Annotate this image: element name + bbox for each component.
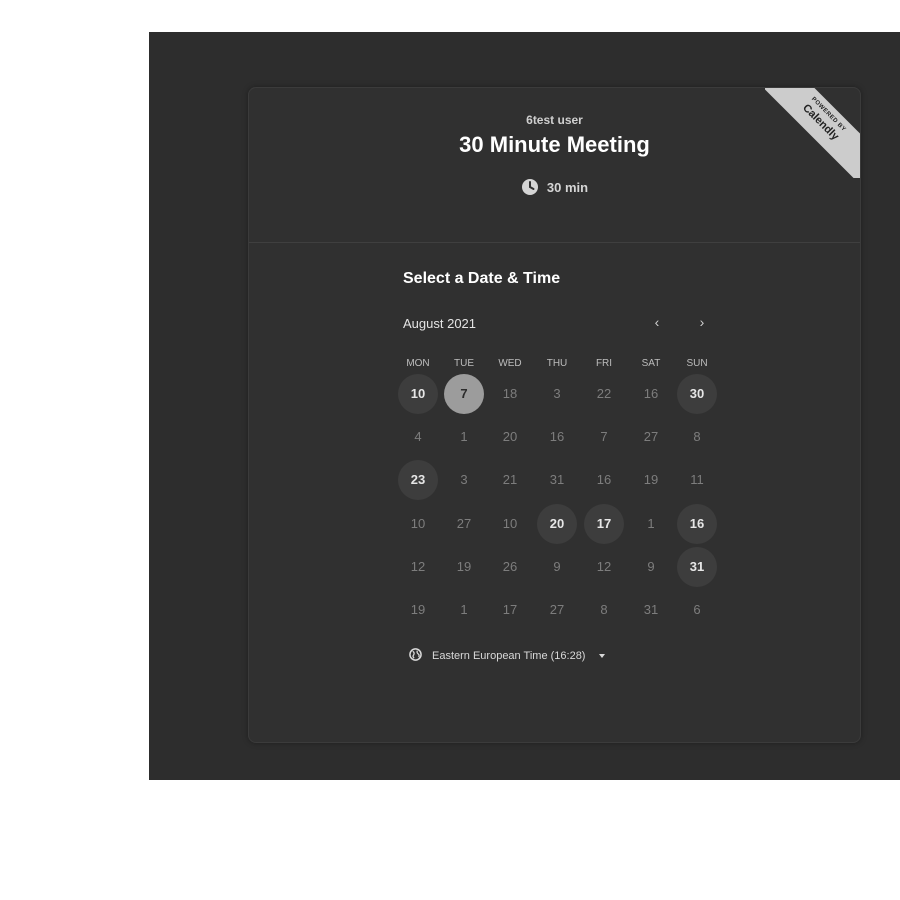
day-cell: 3	[460, 472, 468, 487]
day-cell-available[interactable]: 16	[677, 504, 717, 544]
day-cell: 19	[410, 602, 426, 617]
day-cell: 4	[414, 429, 422, 444]
duration-label: 30 min	[546, 179, 589, 195]
day-cell-available[interactable]: 10	[398, 374, 438, 414]
day-cell: 31	[643, 602, 659, 617]
day-cell: 20	[502, 429, 518, 444]
globe-icon	[409, 648, 422, 664]
calendly-ribbon[interactable]: POWERED BY Calendly	[765, 88, 860, 178]
timezone-selector[interactable]: Eastern European Time (16:28)	[409, 648, 606, 664]
prev-month-button[interactable]: ‹	[645, 310, 669, 334]
day-cell: 3	[553, 386, 561, 401]
day-cell: 9	[647, 559, 655, 574]
weekday-sat: SAT	[641, 358, 661, 369]
day-cell: 16	[549, 429, 565, 444]
day-cell: 9	[553, 559, 561, 574]
month-label: August 2021	[403, 316, 477, 331]
day-cell: 16	[643, 386, 659, 401]
day-cell: 1	[647, 516, 655, 531]
day-cell: 10	[410, 516, 426, 531]
select-date-heading: Select a Date & Time	[403, 270, 561, 287]
day-cell: 6	[693, 602, 701, 617]
day-cell-selected[interactable]: 7	[444, 374, 484, 414]
day-cell: 27	[456, 516, 472, 531]
day-cell: 12	[410, 559, 426, 574]
powered-by-badge[interactable]: POWERED BY Calendly	[765, 88, 860, 178]
day-cell-available[interactable]: 17	[584, 504, 624, 544]
weekday-fri: FRI	[595, 358, 613, 369]
day-cell-available[interactable]: 31	[677, 547, 717, 587]
day-cell: 7	[600, 429, 608, 444]
duration-row: 30 min	[249, 178, 860, 196]
day-cell: 31	[549, 472, 565, 487]
timezone-label: Eastern European Time (16:28)	[432, 650, 586, 662]
day-cell: 17	[502, 602, 518, 617]
chevron-down-icon	[599, 653, 606, 658]
day-cell: 8	[600, 602, 608, 617]
day-cell: 27	[643, 429, 659, 444]
weekday-mon: MON	[406, 358, 430, 369]
weekday-tue: TUE	[454, 358, 474, 369]
clock-icon	[521, 178, 539, 196]
day-cell: 12	[596, 559, 612, 574]
weekday-sun: SUN	[686, 358, 708, 369]
day-cell: 22	[596, 386, 612, 401]
day-cell: 26	[502, 559, 518, 574]
day-cell: 21	[502, 472, 518, 487]
weekday-header: MON TUE WED THU FRI SAT SUN	[392, 358, 722, 372]
day-cell: 16	[596, 472, 612, 487]
day-cell: 19	[643, 472, 659, 487]
day-cell-available[interactable]: 23	[398, 460, 438, 500]
day-cell: 27	[549, 602, 565, 617]
scheduling-card: 6test user 30 Minute Meeting 30 min POWE…	[248, 87, 861, 743]
weekday-thu: THU	[546, 358, 568, 369]
day-cell: 1	[460, 602, 468, 617]
day-cell-available[interactable]: 20	[537, 504, 577, 544]
day-cell: 1	[460, 429, 468, 444]
day-cell: 18	[502, 386, 518, 401]
next-month-button[interactable]: ›	[690, 310, 714, 334]
weekday-wed: WED	[498, 358, 522, 369]
day-cell: 8	[693, 429, 701, 444]
calendar-grid: 10 7 18 3 22 16 30 4 1 20 16 7 27 8 23 3 21 31 16 19 11 10 27 1…	[392, 374, 722, 634]
day-cell: 10	[502, 516, 518, 531]
day-cell: 11	[690, 472, 704, 487]
day-cell-available[interactable]: 30	[677, 374, 717, 414]
day-cell: 19	[456, 559, 472, 574]
